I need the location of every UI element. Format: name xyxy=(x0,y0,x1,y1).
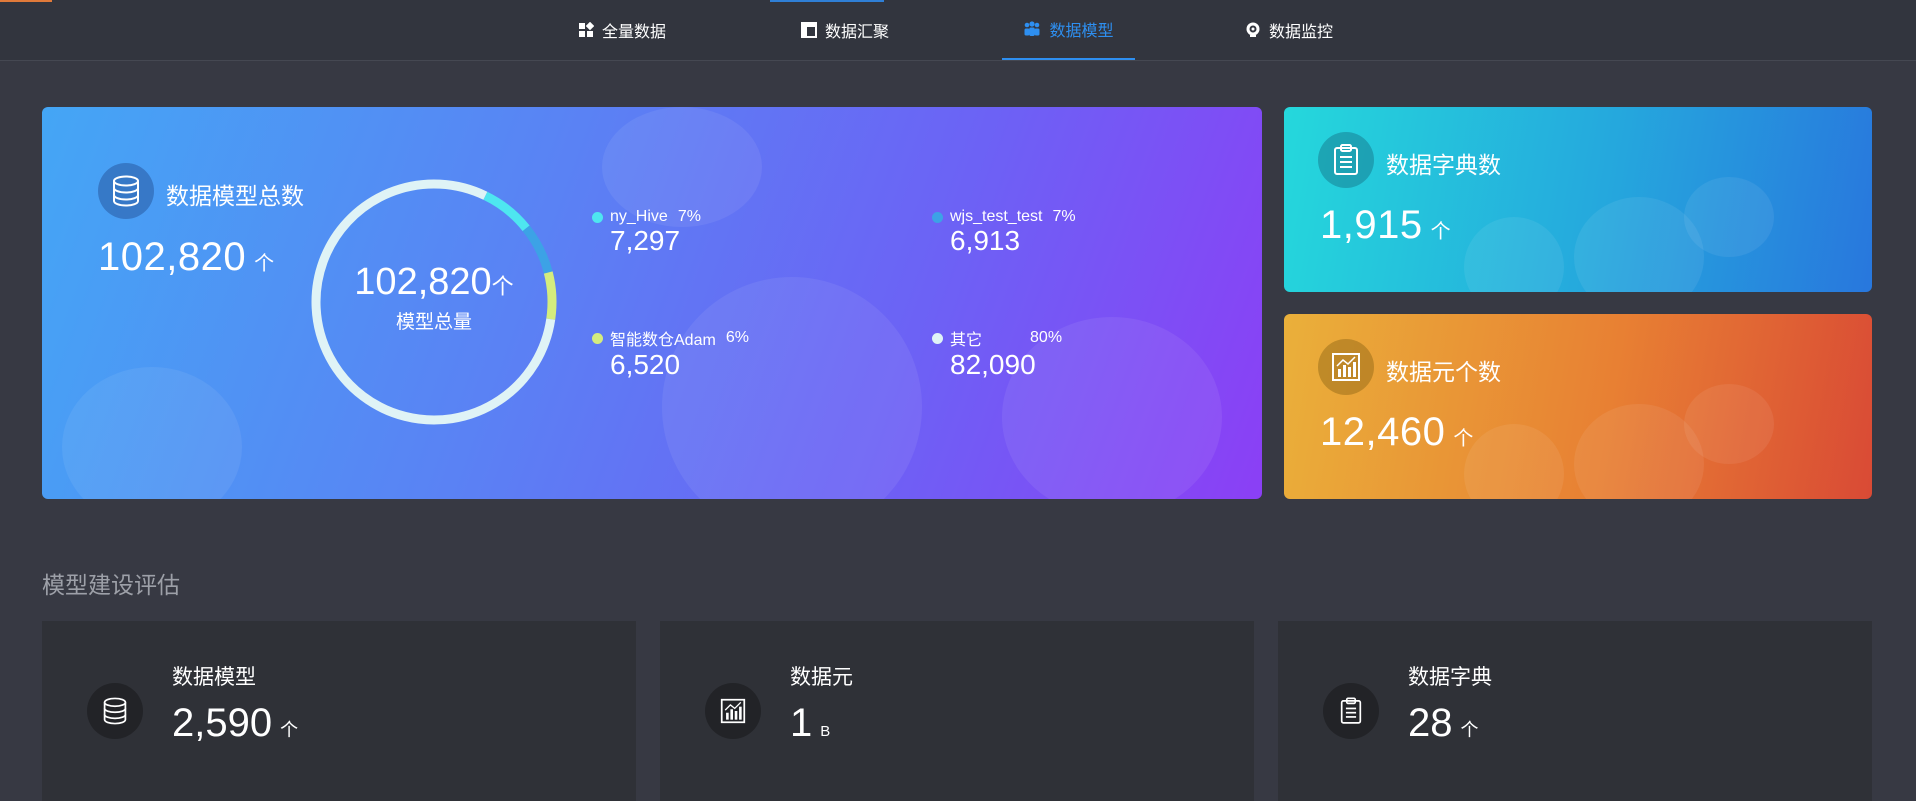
decor-blob xyxy=(62,367,242,499)
eval-card-dictionary: 数据字典 28 个 xyxy=(1278,621,1872,801)
legend-dot xyxy=(592,332,603,344)
chart-icon xyxy=(705,683,761,739)
tab-label: 数据汇聚 xyxy=(825,24,890,41)
data-element-title: 数据元个数 xyxy=(1386,359,1501,385)
eval-card-value: 28 个 xyxy=(1408,701,1479,746)
legend-dot xyxy=(932,211,943,223)
donut-center-value: 102,820 xyxy=(354,261,492,303)
top-nav: 全量数据 数据汇聚 数据模型 数据监控 xyxy=(0,0,1916,61)
dictionary-count-value: 1,915 xyxy=(1320,203,1423,247)
tab-data-model[interactable]: 数据模型 xyxy=(1002,0,1135,60)
eval-card-number: 1 xyxy=(790,701,813,745)
legend-name: wjs_test_test xyxy=(950,208,1043,225)
legend-pct: 6% xyxy=(725,329,749,346)
donut-center-label: 模型总量 xyxy=(395,312,472,333)
tab-full-data[interactable]: 全量数据 xyxy=(578,0,666,60)
database-icon xyxy=(87,683,143,739)
eye-icon xyxy=(1245,22,1261,38)
legend-item: wjs_test_test 7% 6,913 xyxy=(932,208,1076,256)
legend-dot xyxy=(932,332,943,344)
data-element-count-card: 数据元个数 12,460 个 xyxy=(1284,314,1872,499)
tab-data-aggregation[interactable]: 数据汇聚 xyxy=(801,0,889,60)
legend-name: 智能数仓Adam xyxy=(610,332,716,349)
eval-card-title: 数据元 xyxy=(790,666,853,689)
data-element-count-value: 12,460 xyxy=(1320,410,1446,454)
layout-icon xyxy=(801,22,817,38)
summary-total-value: 102,820 xyxy=(98,235,247,279)
decor-blob xyxy=(662,277,922,499)
legend-value: 7,297 xyxy=(610,225,681,256)
legend-value: 6,913 xyxy=(950,225,1021,256)
eval-card-unit: B xyxy=(820,723,831,740)
legend-value: 82,090 xyxy=(950,349,1036,380)
legend-pct: 7% xyxy=(1052,208,1076,225)
eval-card-model: 数据模型 2,590 个 xyxy=(42,621,636,801)
summary-total-unit: 个 xyxy=(254,253,275,275)
database-icon xyxy=(98,163,154,219)
legend-item: ny_Hive 7% 7,297 xyxy=(592,208,701,256)
top-accent-bar xyxy=(0,0,52,2)
dictionary-count: 1,915 个 xyxy=(1320,203,1451,248)
legend-dot xyxy=(592,211,603,223)
decor-blob xyxy=(1684,384,1774,464)
eval-card-unit: 个 xyxy=(1460,720,1479,740)
dictionary-title: 数据字典数 xyxy=(1386,152,1501,178)
people-icon xyxy=(1023,21,1041,37)
legend-pct: 7% xyxy=(677,208,701,225)
legend-item: 智能数仓Adam 6% 6,520 xyxy=(592,326,749,380)
eval-card-unit: 个 xyxy=(280,720,299,740)
dictionary-count-unit: 个 xyxy=(1430,221,1452,243)
dictionary-count-card: 数据字典数 1,915 个 xyxy=(1284,107,1872,292)
eval-card-title: 数据模型 xyxy=(172,666,256,689)
data-element-count: 12,460 个 xyxy=(1320,410,1474,455)
decor-blob xyxy=(1464,217,1564,292)
donut-center: 102,820个 模型总量 xyxy=(304,262,564,334)
clipboard-icon xyxy=(1323,683,1379,739)
donut-slice-0 xyxy=(483,191,530,232)
tab-label: 数据模型 xyxy=(1049,23,1114,40)
decor-blob xyxy=(1464,424,1564,499)
tab-label: 数据监控 xyxy=(1269,24,1334,41)
data-element-count-unit: 个 xyxy=(1453,428,1474,450)
eval-card-value: 1B xyxy=(790,701,830,746)
decor-blob xyxy=(1684,177,1774,257)
tab-data-monitor[interactable]: 数据监控 xyxy=(1245,0,1333,60)
legend-name: ny_Hive xyxy=(610,208,668,225)
chart-icon xyxy=(1318,339,1374,395)
legend-name: 其它 xyxy=(950,332,983,349)
grid-icon xyxy=(578,22,594,38)
legend-value: 6,520 xyxy=(610,349,681,380)
eval-card-value: 2,590 个 xyxy=(172,701,298,746)
eval-card-data-element: 数据元 1B xyxy=(660,621,1254,801)
legend-item: 其它 80% 82,090 xyxy=(932,326,1062,380)
summary-total: 102,820 个 xyxy=(98,235,275,280)
model-summary-card: 数据模型总数 102,820 个 102,820个 模型总量 ny_Hive 7% … xyxy=(42,107,1262,499)
summary-title: 数据模型总数 xyxy=(166,183,304,209)
clipboard-icon xyxy=(1318,132,1374,188)
eval-card-title: 数据字典 xyxy=(1408,666,1492,689)
eval-card-number: 28 xyxy=(1408,701,1453,745)
eval-card-number: 2,590 xyxy=(172,701,273,745)
legend-pct: 80% xyxy=(1030,329,1063,346)
donut-center-unit: 个 xyxy=(491,274,514,299)
tab-label: 全量数据 xyxy=(602,24,667,41)
section-title: 模型建设评估 xyxy=(42,572,180,598)
